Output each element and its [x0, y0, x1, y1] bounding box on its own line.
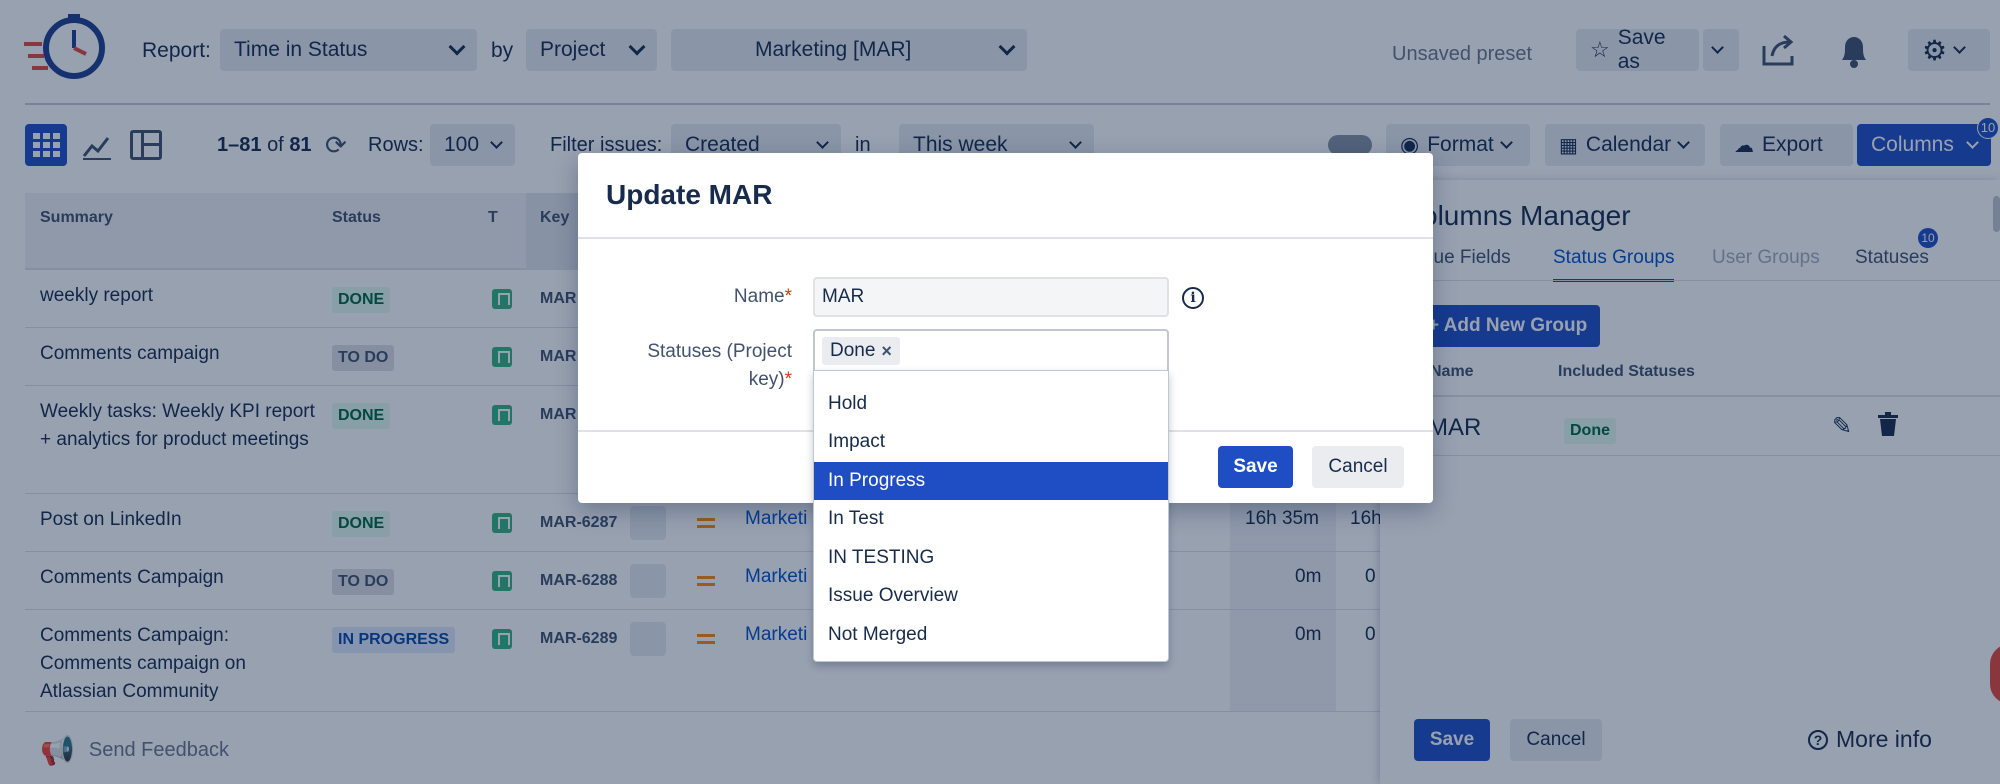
name-input-value: MAR: [822, 286, 865, 307]
required-mark: *: [784, 286, 792, 307]
info-icon[interactable]: i: [1182, 287, 1204, 309]
statuses-options-list: Hold Impact In Progress In Test IN TESTI…: [813, 370, 1169, 662]
status-option[interactable]: Hold: [814, 385, 1168, 423]
modal-save-button[interactable]: Save: [1218, 446, 1293, 488]
close-icon[interactable]: ×: [881, 341, 892, 362]
name-label: Name*: [733, 286, 792, 307]
status-option[interactable]: Issue Overview: [814, 577, 1168, 615]
status-chip-label: Done: [830, 340, 876, 361]
name-input[interactable]: MAR: [813, 277, 1169, 317]
status-option[interactable]: IN TESTING: [814, 539, 1168, 577]
statuses-multiselect[interactable]: Done ×: [813, 329, 1169, 371]
status-chip: Done ×: [822, 337, 900, 365]
status-option-highlighted[interactable]: In Progress: [814, 462, 1168, 500]
modal-title: Update MAR: [606, 179, 773, 210]
modal-header-divider: [578, 237, 1433, 239]
required-mark: *: [784, 369, 792, 390]
status-option[interactable]: Impact: [814, 423, 1168, 461]
modal-cancel-button[interactable]: Cancel: [1312, 446, 1404, 488]
status-option[interactable]: Not Merged: [814, 616, 1168, 654]
statuses-label: Statuses (Project key)*: [647, 341, 792, 390]
status-option[interactable]: In Test: [814, 500, 1168, 538]
